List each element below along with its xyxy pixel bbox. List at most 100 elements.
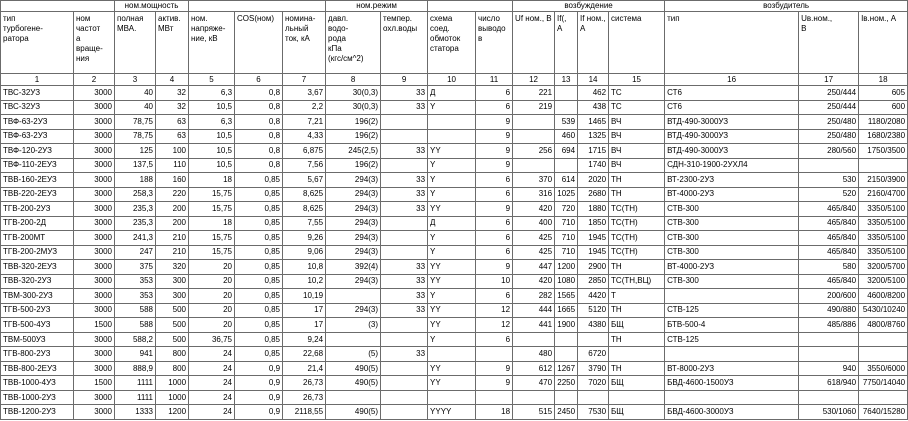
column-number: 3 [114, 73, 156, 86]
table-cell: 18 [475, 404, 514, 420]
table-cell: 1500 [73, 317, 115, 333]
group-header-cell: возбуждение [512, 0, 666, 12]
column-header: ном частот а враще- ния [73, 11, 115, 74]
table-cell: 200 [154, 215, 190, 232]
table-cell: 24 [188, 375, 236, 391]
table-cell: 1200 [554, 259, 579, 275]
table-cell: YYYY [427, 404, 477, 420]
table-cell: 0,8 [234, 143, 284, 159]
table-cell [380, 404, 429, 420]
table-cell: 375 [114, 259, 156, 275]
table-cell: 3000 [73, 99, 115, 116]
table-cell: 1111 [114, 375, 156, 391]
table-cell [380, 375, 429, 391]
table-cell: 0,85 [234, 288, 284, 304]
generator-type-cell: ТГВ-200-2УЗ [0, 201, 74, 217]
table-cell: 9,06 [282, 244, 327, 261]
table-cell: 300 [154, 273, 190, 290]
table-cell: ВЧ [608, 157, 666, 174]
column-number: 17 [798, 73, 860, 86]
table-cell: 3000 [73, 143, 115, 159]
table-cell: 245(2,5) [325, 143, 382, 159]
generator-type-cell: ТВФ-63-2УЗ [0, 114, 74, 130]
table-cell: 188 [114, 172, 156, 188]
table-cell: 3000 [73, 331, 115, 348]
table-cell: 2450 [554, 404, 579, 420]
table-cell: 2150/3900 [858, 172, 908, 188]
table-cell: 3000 [73, 157, 115, 174]
generator-type-cell: ТВС-32УЗ [0, 85, 74, 101]
table-cell [380, 215, 429, 232]
column-number: 18 [858, 73, 908, 86]
table-cell: 15,75 [188, 186, 236, 203]
table-cell: 294(3) [325, 244, 382, 261]
table-cell: 137,5 [114, 157, 156, 174]
table-cell: 8,625 [282, 201, 327, 217]
table-cell: 3000 [73, 302, 115, 319]
table-cell [664, 389, 800, 406]
generator-type-cell: ТВВ-220-2ЕУЗ [0, 186, 74, 203]
table-cell: 720 [554, 201, 579, 217]
table-cell: 2020 [577, 172, 610, 188]
table-cell: 1080 [554, 273, 579, 290]
column-header: If ном., А [577, 11, 610, 74]
table-cell: СДН-310-1900-2УХЛ4 [664, 157, 800, 174]
table-cell: 1465 [577, 114, 610, 130]
table-cell: 490/880 [798, 302, 860, 319]
table-cell [858, 389, 908, 406]
table-cell: Y [427, 99, 477, 116]
table-cell: 26,73 [282, 389, 327, 406]
table-cell: 1880 [577, 201, 610, 217]
table-cell: 6 [475, 99, 514, 116]
column-header: полная МВА. [114, 11, 156, 74]
table-cell: 1680/2380 [858, 128, 908, 145]
table-cell: 63 [154, 128, 190, 145]
table-cell: ВЧ [608, 114, 666, 130]
table-cell: 490(5) [325, 404, 382, 420]
table-cell: 4800/8760 [858, 317, 908, 333]
table-cell: 588,2 [114, 331, 156, 348]
table-cell: 3200/5700 [858, 259, 908, 275]
column-number: 13 [554, 73, 579, 86]
table-cell: ТС [608, 85, 666, 101]
table-cell: 294(3) [325, 273, 382, 290]
table-row: ТВВ-320-2УЗ 3000 353 300 20 0,85 10,2 294(3) 33 Y… [0, 273, 908, 290]
table-cell: 210 [154, 230, 190, 246]
generator-type-cell: ТВФ-110-2ЕУЗ [0, 157, 74, 174]
generator-type-cell: ТГВ-500-4УЗ [0, 317, 74, 333]
table-cell: 7,56 [282, 157, 327, 174]
table-cell: 3200/5100 [858, 273, 908, 290]
table-cell: 6 [475, 288, 514, 304]
table-cell: 9 [475, 157, 514, 174]
table-cell: 33 [380, 273, 429, 290]
table-cell: 196(2) [325, 157, 382, 174]
table-cell: СТ6 [664, 85, 800, 101]
table-cell: СТВ-300 [664, 201, 800, 217]
table-cell: ТС(ТН) [608, 201, 666, 217]
table-cell: 24 [188, 346, 236, 362]
group-header-cell: ном.режим [325, 0, 429, 12]
column-number: 7 [282, 73, 327, 86]
table-cell: ТН [608, 186, 666, 203]
table-cell: 9 [475, 259, 514, 275]
table-cell: 480 [512, 346, 556, 362]
table-cell [512, 331, 556, 348]
table-cell: 221 [512, 85, 556, 101]
table-cell: 3000 [73, 85, 115, 101]
table-cell: 0,85 [234, 317, 284, 333]
table-cell: ТС(ТН,ВЦ) [608, 273, 666, 290]
table-cell: 1000 [154, 375, 190, 391]
table-cell: 36,75 [188, 331, 236, 348]
table-cell: 3000 [73, 114, 115, 130]
table-cell [512, 157, 556, 174]
generator-type-cell: ТВВ-1200-2УЗ [0, 404, 74, 420]
table-cell: БТВ-500-4 [664, 317, 800, 333]
table-cell: 465/840 [798, 201, 860, 217]
table-cell: 6,3 [188, 85, 236, 101]
table-cell [475, 346, 514, 362]
table-cell: 6 [475, 186, 514, 203]
table-cell: 33 [380, 302, 429, 319]
table-cell: 5430/10240 [858, 302, 908, 319]
table-cell: 33 [380, 172, 429, 188]
table-cell [858, 346, 908, 362]
